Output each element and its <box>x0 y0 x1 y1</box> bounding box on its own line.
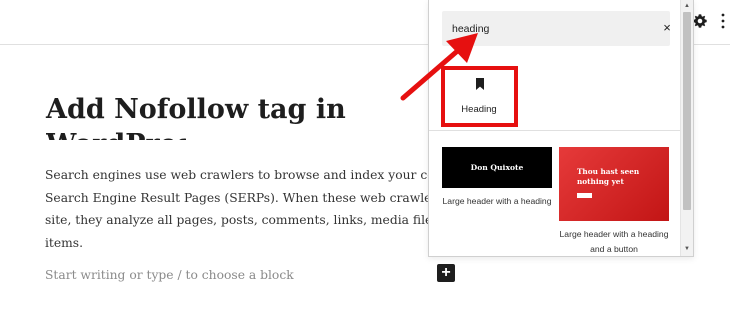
pattern-preview-large-header[interactable]: Don Quixote <box>442 147 552 188</box>
scroll-down-arrow-icon[interactable]: ▼ <box>681 245 693 253</box>
gear-icon[interactable] <box>692 13 708 29</box>
paragraph-line: Search engines use web crawlers to brows… <box>45 168 430 182</box>
block-search-box: × <box>442 11 673 46</box>
clear-search-button[interactable]: × <box>661 21 673 34</box>
pattern-preview-large-header-button[interactable]: Thou hast seen nothing yet <box>559 147 669 221</box>
section-divider <box>429 130 685 131</box>
paragraph-line: Search Engine Result Pages (SERPs). When… <box>45 190 430 205</box>
inserter-scrollbar[interactable]: ▲ ▼ <box>680 0 693 256</box>
block-search-input[interactable] <box>452 11 642 46</box>
pattern-preview-text: Thou hast seen nothing yet <box>577 167 640 186</box>
post-title-continued[interactable]: WordPress <box>46 127 186 140</box>
scroll-up-arrow-icon[interactable]: ▲ <box>681 2 693 10</box>
block-placeholder[interactable]: Start writing or type / to choose a bloc… <box>45 265 294 285</box>
highlight-box <box>441 66 518 127</box>
post-title-line2: WordPress <box>46 127 186 140</box>
pattern-label: Large header with a heading <box>442 196 552 206</box>
pattern-preview-button <box>577 193 592 198</box>
paragraph-line: site, they analyze all pages, posts, com… <box>45 213 430 227</box>
add-block-button[interactable]: + <box>437 264 455 282</box>
block-inserter-popover: × Heading Don Quixote Large header with … <box>428 0 694 257</box>
post-title[interactable]: Add Nofollow tag in <box>46 92 446 128</box>
paragraph-block[interactable]: Search engines use web crawlers to brows… <box>45 164 430 254</box>
pattern-preview-text: Don Quixote <box>470 163 524 172</box>
kebab-menu-icon[interactable] <box>720 12 726 30</box>
paragraph-line: items. <box>45 235 84 250</box>
scroll-thumb[interactable] <box>683 12 691 210</box>
pattern-label: Large header with a heading and a button <box>559 229 669 254</box>
